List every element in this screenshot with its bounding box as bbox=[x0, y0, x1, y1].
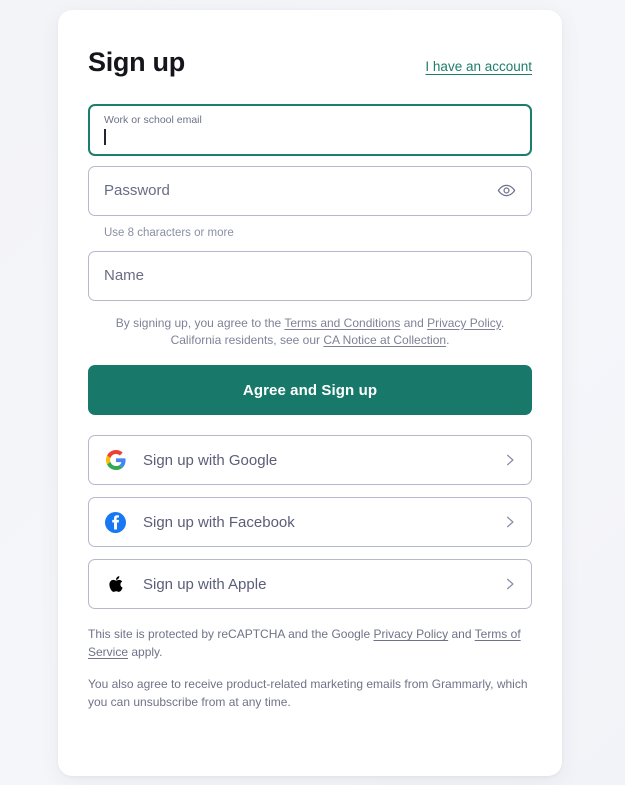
text-caret bbox=[104, 128, 106, 145]
legal-line2-pre: California residents, see our bbox=[170, 333, 324, 348]
email-field[interactable]: Work or school email bbox=[88, 103, 532, 156]
recaptcha-notice: This site is protected by reCAPTCHA and … bbox=[88, 625, 532, 661]
i-have-an-account-link[interactable]: I have an account bbox=[425, 59, 532, 74]
legal-line1-post: . bbox=[500, 315, 505, 330]
page-title: Sign up bbox=[88, 47, 185, 77]
ca-notice-link[interactable]: CA Notice at Collection bbox=[323, 333, 446, 347]
chevron-right-icon bbox=[503, 515, 517, 529]
privacy-policy-link[interactable]: Privacy Policy bbox=[427, 316, 501, 330]
sign-up-with-apple-label: Sign up with Apple bbox=[143, 575, 267, 593]
terms-and-conditions-link[interactable]: Terms and Conditions bbox=[284, 316, 400, 330]
email-field-label: Work or school email bbox=[104, 114, 202, 127]
agree-and-sign-up-button[interactable]: Agree and Sign up bbox=[88, 365, 532, 416]
google-icon bbox=[105, 450, 126, 471]
chevron-right-icon bbox=[503, 577, 517, 591]
password-field[interactable]: Password bbox=[88, 165, 532, 216]
signup-legal-text: By signing up, you agree to the Terms an… bbox=[96, 315, 524, 350]
recaptcha-mid: and bbox=[448, 627, 475, 642]
apple-icon bbox=[105, 574, 126, 595]
signup-card: Sign up I have an account Work or school… bbox=[58, 10, 562, 776]
recaptcha-pre: This site is protected by reCAPTCHA and … bbox=[88, 627, 374, 642]
legal-line2-post: . bbox=[446, 333, 450, 348]
legal-line1-pre: By signing up, you agree to the bbox=[115, 315, 285, 330]
password-helper-text: Use 8 characters or more bbox=[104, 226, 234, 239]
card-header: Sign up I have an account bbox=[88, 47, 532, 78]
sign-up-with-facebook-button[interactable]: Sign up with Facebook bbox=[88, 497, 532, 548]
marketing-consent-notice: You also agree to receive product-relate… bbox=[88, 677, 528, 710]
name-field[interactable]: Name bbox=[88, 250, 532, 301]
sign-up-with-apple-button[interactable]: Sign up with Apple bbox=[88, 559, 532, 610]
google-privacy-policy-link[interactable]: Privacy Policy bbox=[373, 627, 448, 641]
eye-icon[interactable] bbox=[497, 181, 516, 200]
name-field-placeholder: Name bbox=[104, 267, 145, 285]
sign-up-with-facebook-label: Sign up with Facebook bbox=[143, 513, 295, 531]
page-background: Sign up I have an account Work or school… bbox=[0, 0, 625, 785]
chevron-right-icon bbox=[503, 453, 517, 467]
sign-up-with-google-button[interactable]: Sign up with Google bbox=[88, 435, 532, 486]
recaptcha-post: apply. bbox=[128, 645, 163, 660]
password-field-placeholder: Password bbox=[104, 182, 170, 200]
legal-line1-mid: and bbox=[400, 315, 428, 330]
facebook-icon bbox=[105, 511, 126, 533]
email-field-input[interactable] bbox=[104, 128, 106, 145]
sign-up-with-google-label: Sign up with Google bbox=[143, 451, 278, 469]
